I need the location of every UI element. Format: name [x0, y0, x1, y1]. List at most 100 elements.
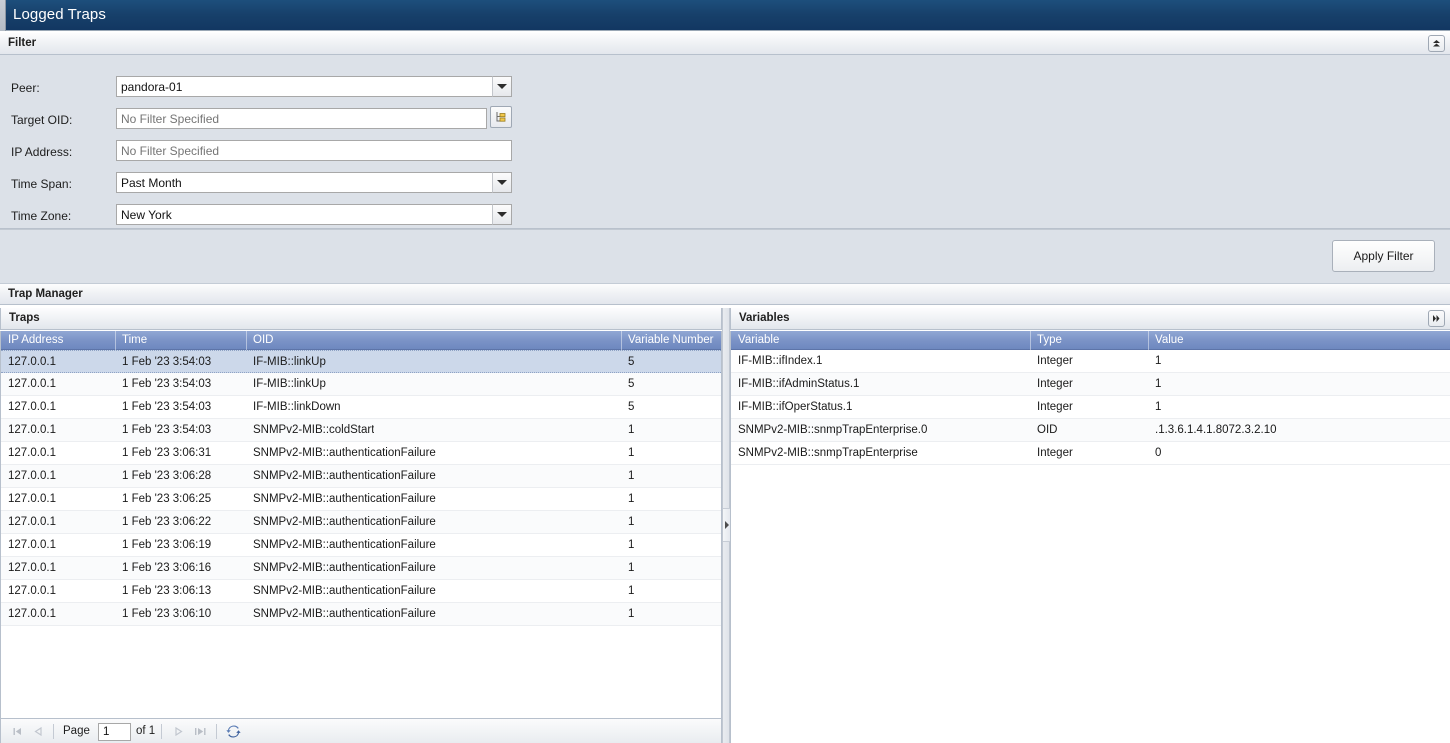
target-oid-input[interactable] [116, 108, 487, 129]
time-span-dropdown-arrow[interactable] [492, 172, 512, 193]
traps-column-time[interactable]: Time [122, 334, 147, 346]
trap-manager-section-header: Trap Manager [0, 283, 1450, 305]
apply-filter-button[interactable]: Apply Filter [1332, 240, 1435, 272]
filter-panel: Peer: Target OID: IP Address: [0, 55, 1450, 229]
chevron-double-up-icon [1433, 40, 1440, 47]
variables-panel-label: Variables [739, 312, 790, 324]
table-cell: IF-MIB::linkUp [253, 356, 326, 368]
table-row[interactable]: 127.0.0.1 1 Feb '23 3:06:25 SNMPv2-MIB::au… [1, 488, 721, 511]
refresh-icon [226, 725, 241, 738]
traps-header-separator[interactable] [115, 331, 116, 350]
target-oid-browse-button[interactable] [490, 106, 512, 128]
traps-grid-body: 127.0.0.1 1 Feb '23 3:54:03 IF-MIB::linkUp… [1, 350, 721, 718]
traps-header-separator[interactable] [621, 331, 622, 350]
page-last-button[interactable] [193, 723, 210, 740]
splitter-collapse-handle[interactable] [723, 508, 730, 542]
table-row[interactable]: IF-MIB::ifIndex.1 Integer 1 [731, 350, 1450, 373]
traps-header-separator[interactable] [246, 331, 247, 350]
table-cell: 1 Feb '23 3:06:28 [122, 470, 212, 482]
page-next-icon [175, 726, 183, 737]
table-cell: 1 [1155, 401, 1162, 413]
variables-column-type[interactable]: Type [1037, 334, 1062, 346]
table-cell: IF-MIB::ifIndex.1 [738, 355, 823, 367]
table-row[interactable]: SNMPv2-MIB::snmpTrapEnterprise Integer 0 [731, 442, 1450, 465]
table-cell: SNMPv2-MIB::snmpTrapEnterprise.0 [738, 424, 928, 436]
page-prev-icon [34, 726, 42, 737]
peer-dropdown-arrow[interactable] [492, 76, 512, 97]
time-zone-input[interactable] [116, 204, 512, 225]
traps-grid: IP Address Time OID Variable Number 127.… [0, 331, 722, 718]
filter-row-time-span: Time Span: [0, 169, 1450, 201]
table-cell: 1 [628, 447, 635, 459]
ip-address-input[interactable] [116, 140, 512, 161]
table-row[interactable]: 127.0.0.1 1 Feb '23 3:54:03 IF-MIB::linkUp… [1, 373, 721, 396]
page-prev-button[interactable] [30, 723, 47, 740]
table-cell: IF-MIB::linkUp [253, 378, 326, 390]
table-row[interactable]: 127.0.0.1 1 Feb '23 3:06:16 SNMPv2-MIB::au… [1, 557, 721, 580]
table-cell: 1 [628, 424, 635, 436]
table-row[interactable]: 127.0.0.1 1 Feb '23 3:54:03 IF-MIB::linkDo… [1, 396, 721, 419]
table-cell: 127.0.0.1 [8, 562, 56, 574]
table-cell: 1 Feb '23 3:06:19 [122, 539, 212, 551]
page-of-label: of 1 [136, 725, 156, 737]
table-cell: SNMPv2-MIB::authenticationFailure [253, 470, 436, 482]
table-row[interactable]: IF-MIB::ifOperStatus.1 Integer 1 [731, 396, 1450, 419]
filter-section-header: Filter [0, 33, 1450, 55]
traps-column-ip-address[interactable]: IP Address [8, 334, 63, 346]
chevron-down-icon [497, 180, 507, 185]
table-row[interactable]: 127.0.0.1 1 Feb '23 3:54:03 SNMPv2-MIB::co… [1, 419, 721, 442]
table-row[interactable]: 127.0.0.1 1 Feb '23 3:54:03 IF-MIB::linkUp… [1, 350, 721, 373]
table-row[interactable]: SNMPv2-MIB::snmpTrapEnterprise.0 OID .1.3.… [731, 419, 1450, 442]
time-span-label: Time Span: [11, 177, 72, 191]
table-cell: 1 [628, 539, 635, 551]
variables-grid-body: IF-MIB::ifIndex.1 Integer 1 IF-MIB::ifAdmin… [731, 350, 1450, 743]
variables-header-separator[interactable] [1030, 331, 1031, 350]
table-cell: SNMPv2-MIB::authenticationFailure [253, 585, 436, 597]
table-cell: 1 [628, 608, 635, 620]
table-cell: 127.0.0.1 [8, 424, 56, 436]
table-row[interactable]: 127.0.0.1 1 Feb '23 3:06:13 SNMPv2-MIB::au… [1, 580, 721, 603]
traps-column-variable-number[interactable]: Variable Number [628, 334, 713, 346]
table-cell: 1 Feb '23 3:06:10 [122, 608, 212, 620]
table-cell: 1 [628, 562, 635, 574]
filter-collapse-button[interactable] [1428, 35, 1445, 52]
panel-splitter[interactable] [722, 308, 730, 743]
table-row[interactable]: 127.0.0.1 1 Feb '23 3:06:19 SNMPv2-MIB::au… [1, 534, 721, 557]
table-cell: SNMPv2-MIB::authenticationFailure [253, 493, 436, 505]
table-row[interactable]: 127.0.0.1 1 Feb '23 3:06:10 SNMPv2-MIB::au… [1, 603, 721, 626]
variables-grid: Variable Type Value IF-MIB::ifIndex.1 Int… [730, 331, 1450, 743]
time-span-input[interactable] [116, 172, 512, 193]
table-row[interactable]: 127.0.0.1 1 Feb '23 3:06:22 SNMPv2-MIB::au… [1, 511, 721, 534]
table-cell: SNMPv2-MIB::authenticationFailure [253, 516, 436, 528]
table-cell: 1 Feb '23 3:06:31 [122, 447, 212, 459]
page-title: Logged Traps [13, 6, 106, 23]
table-cell: IF-MIB::ifOperStatus.1 [738, 401, 853, 413]
traps-column-oid[interactable]: OID [253, 334, 273, 346]
refresh-button[interactable] [225, 723, 242, 740]
table-cell: SNMPv2-MIB::coldStart [253, 424, 375, 436]
table-cell: 1 Feb '23 3:06:16 [122, 562, 212, 574]
table-row[interactable]: 127.0.0.1 1 Feb '23 3:06:31 SNMPv2-MIB::au… [1, 442, 721, 465]
table-cell: IF-MIB::ifAdminStatus.1 [738, 378, 860, 390]
page-next-button[interactable] [170, 723, 187, 740]
time-zone-dropdown-arrow[interactable] [492, 204, 512, 225]
filter-section-label: Filter [8, 37, 37, 49]
page-number-input[interactable] [98, 723, 131, 741]
variables-header-separator[interactable] [1148, 331, 1149, 350]
variables-column-value[interactable]: Value [1155, 334, 1184, 346]
table-cell: 127.0.0.1 [8, 516, 56, 528]
table-row[interactable]: IF-MIB::ifAdminStatus.1 Integer 1 [731, 373, 1450, 396]
page-label: Page [63, 725, 90, 737]
table-cell: 1 Feb '23 3:54:03 [122, 356, 212, 368]
table-cell: 5 [628, 378, 635, 390]
variables-expand-button[interactable] [1428, 310, 1445, 327]
peer-label: Peer: [11, 81, 40, 95]
page-first-button[interactable] [9, 723, 26, 740]
table-cell: 127.0.0.1 [8, 401, 56, 413]
target-oid-label: Target OID: [11, 113, 73, 127]
table-row[interactable]: 127.0.0.1 1 Feb '23 3:06:28 SNMPv2-MIB::au… [1, 465, 721, 488]
peer-input[interactable] [116, 76, 512, 97]
variables-column-variable[interactable]: Variable [738, 334, 779, 346]
chevron-down-icon [497, 212, 507, 217]
page-last-icon [195, 728, 206, 735]
